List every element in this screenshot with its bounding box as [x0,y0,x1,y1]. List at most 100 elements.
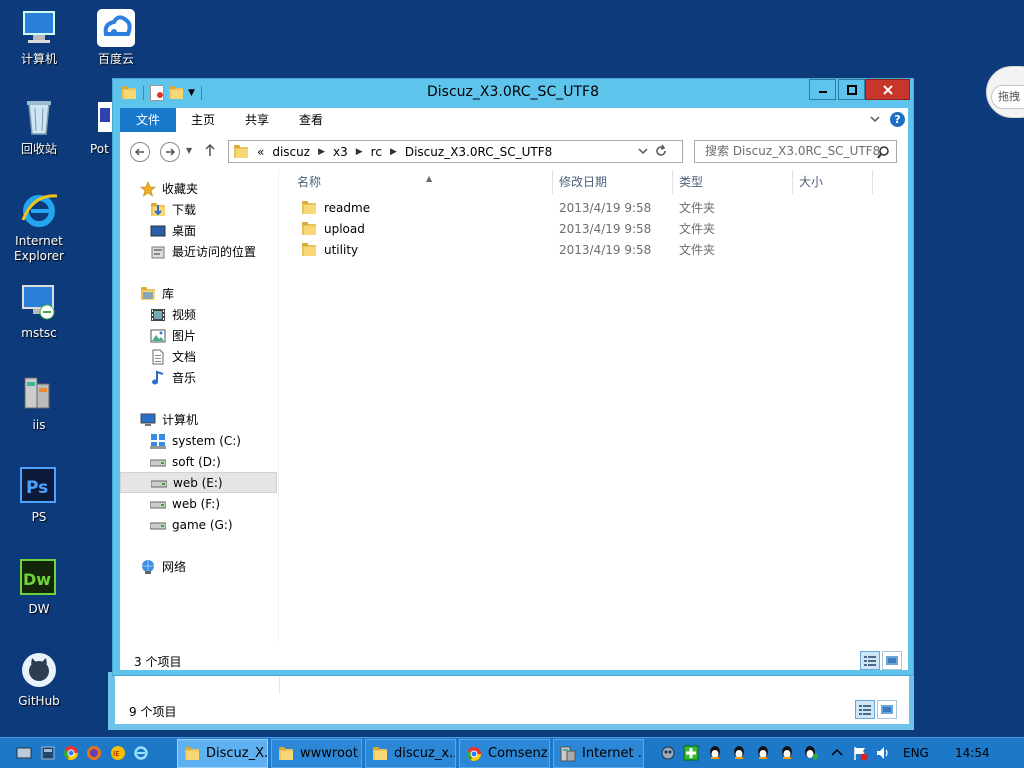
tree-item-network[interactable]: 网络 [120,556,277,577]
tree-item-drive-d[interactable]: soft (D:) [120,451,277,472]
close-button[interactable] [865,79,910,100]
desktop-icon-pot[interactable]: Pot [78,98,112,157]
taskbar-item-discuz-x[interactable]: discuz_x... [365,739,456,768]
tray-qq-icon[interactable] [707,745,723,761]
chevron-right-icon[interactable]: ▶ [356,147,363,157]
tab-view[interactable]: 查看 [294,108,328,132]
desktop-icon-label: PS [31,510,47,524]
desktop-icon-recycle-bin[interactable]: 回收站 [1,98,77,157]
input-language-indicator[interactable]: ENG [903,746,929,760]
column-header-name[interactable]: 名称 ▲ [291,170,553,194]
column-header-type[interactable]: 类型 [673,170,793,194]
file-type: 文件夹 [679,201,716,215]
minimize-button[interactable] [809,79,836,100]
tree-item-desktop[interactable]: 桌面 [120,220,277,241]
maximize-button[interactable] [838,79,865,100]
taskbar-item-discuz-window[interactable]: Discuz_X... [177,739,268,768]
tree-items: 收藏夹 下载 桌面 最近访问的位置 库 视频 图片 文档 音乐 计算机 syst… [120,132,279,650]
background-explorer-window[interactable]: 9 个项目 [108,672,914,730]
drive-icon [150,475,168,491]
search-input[interactable]: 搜索 Discuz_X3.0RC_SC_UTF8 [694,140,897,163]
tree-item-videos[interactable]: 视频 [120,304,277,325]
file-row[interactable]: readme 2013/4/19 9:58 文件夹 [291,197,873,218]
maximize-icon [846,84,857,95]
tree-item-recent[interactable]: 最近访问的位置 [120,241,277,262]
tree-item-drive-f[interactable]: web (F:) [120,493,277,514]
chevron-right-icon[interactable]: ▶ [390,147,397,157]
ie-tab-icon[interactable]: IE [110,745,126,761]
folder-icon [301,221,317,237]
details-view-button[interactable] [855,700,875,719]
tab-file[interactable]: 文件 [120,108,176,132]
tree-label: game (G:) [172,517,233,532]
desktop-icon-label: DW [28,602,50,616]
desktop-icon-github[interactable]: GitHub [1,650,77,709]
tray-qq-icon[interactable] [755,745,771,761]
breadcrumb-x3[interactable]: x3 [333,145,348,159]
desktop-icon-mstsc[interactable]: mstsc [1,282,77,341]
desktop-icon-dw[interactable]: Dw DW [1,558,77,617]
tree-item-favorites[interactable]: 收藏夹 [120,178,277,199]
tray-qq-icon[interactable] [731,745,747,761]
tree-label: 文档 [172,350,197,364]
taskbar-item-iis-manager[interactable]: Internet ... [553,739,644,768]
tree-item-drive-c[interactable]: system (C:) [120,430,277,451]
column-header-size[interactable]: 大小 [793,170,873,194]
show-desktop-icon[interactable] [16,745,32,761]
desktop-icon-ps[interactable]: Ps PS [1,466,77,525]
volume-icon[interactable] [875,745,891,761]
tray-qq-icon[interactable] [779,745,795,761]
file-date: 2013/4/19 9:58 [559,200,652,215]
tree-item-documents[interactable]: 文档 [120,346,277,367]
firefox-icon[interactable] [86,745,102,761]
details-view-button[interactable] [860,651,880,670]
tray-expand-icon[interactable] [829,745,845,761]
desktop-icon-ie[interactable]: Internet Explorer [1,190,77,264]
taskbar-item-wwwroot[interactable]: wwwroot [271,739,362,768]
recent-places-icon [150,244,166,260]
title-bar[interactable]: ▼ Discuz_X3.0RC_SC_UTF8 [113,79,913,108]
action-center-flag-icon[interactable] [852,745,868,761]
taskbar-item-label: Comsenz... [488,746,549,761]
tree-item-music[interactable]: 音乐 [120,367,277,388]
tray-app-icon[interactable] [660,745,676,761]
tree-item-downloads[interactable]: 下载 [120,199,277,220]
explorer-window[interactable]: ▼ Discuz_X3.0RC_SC_UTF8 文件 主页 共享 查看 ? ▼ … [112,78,914,676]
internet-explorer-icon[interactable] [133,745,149,761]
tree-item-libraries[interactable]: 库 [120,283,277,304]
chevron-right-icon[interactable]: ▶ [318,147,325,157]
tray-security-icon[interactable] [683,745,699,761]
tray-qq-shield-icon[interactable] [803,745,819,761]
file-row[interactable]: upload 2013/4/19 9:58 文件夹 [291,218,873,239]
clock[interactable]: 14:54 [955,746,990,760]
large-icons-view-button[interactable] [882,651,902,670]
desktop-icon-computer[interactable]: 计算机 [1,8,77,67]
tab-home[interactable]: 主页 [186,108,220,132]
tree-item-drive-e[interactable]: web (E:) [120,472,277,493]
tree-item-computer[interactable]: 计算机 [120,409,277,430]
tab-share[interactable]: 共享 [240,108,274,132]
breadcrumb-rc[interactable]: rc [371,145,382,159]
chrome-icon[interactable] [63,745,79,761]
column-header-date[interactable]: 修改日期 [553,170,673,194]
refresh-button[interactable] [654,144,668,161]
file-row[interactable]: utility 2013/4/19 9:58 文件夹 [291,239,873,260]
tree-label: 计算机 [162,413,199,427]
details-view-icon [864,656,876,666]
tree-item-drive-g[interactable]: game (G:) [120,514,277,535]
close-icon [882,84,893,95]
drag-upload-widget[interactable]: 拖拽 [986,66,1024,118]
taskbar-item-comsenz[interactable]: Comsenz... [459,739,550,768]
desktop-icon-iis[interactable]: iis [1,374,77,433]
large-icons-view-button[interactable] [877,700,897,719]
address-dropdown-button[interactable] [638,145,648,159]
server-manager-icon[interactable] [40,745,56,761]
breadcrumb-current[interactable]: Discuz_X3.0RC_SC_UTF8 [405,145,552,159]
desktop-icon-baiduyun[interactable]: 百度云 [78,8,154,67]
tree-item-pictures[interactable]: 图片 [120,325,277,346]
address-bar[interactable]: « discuz ▶ x3 ▶ rc ▶ Discuz_X3.0RC_SC_UT… [228,140,683,163]
expand-ribbon-button[interactable] [868,112,882,126]
file-list: 名称 ▲ 修改日期 类型 大小 readme 2013/4/19 9:58 文件… [291,170,881,650]
file-name: readme [324,200,371,215]
help-button[interactable]: ? [890,112,905,127]
